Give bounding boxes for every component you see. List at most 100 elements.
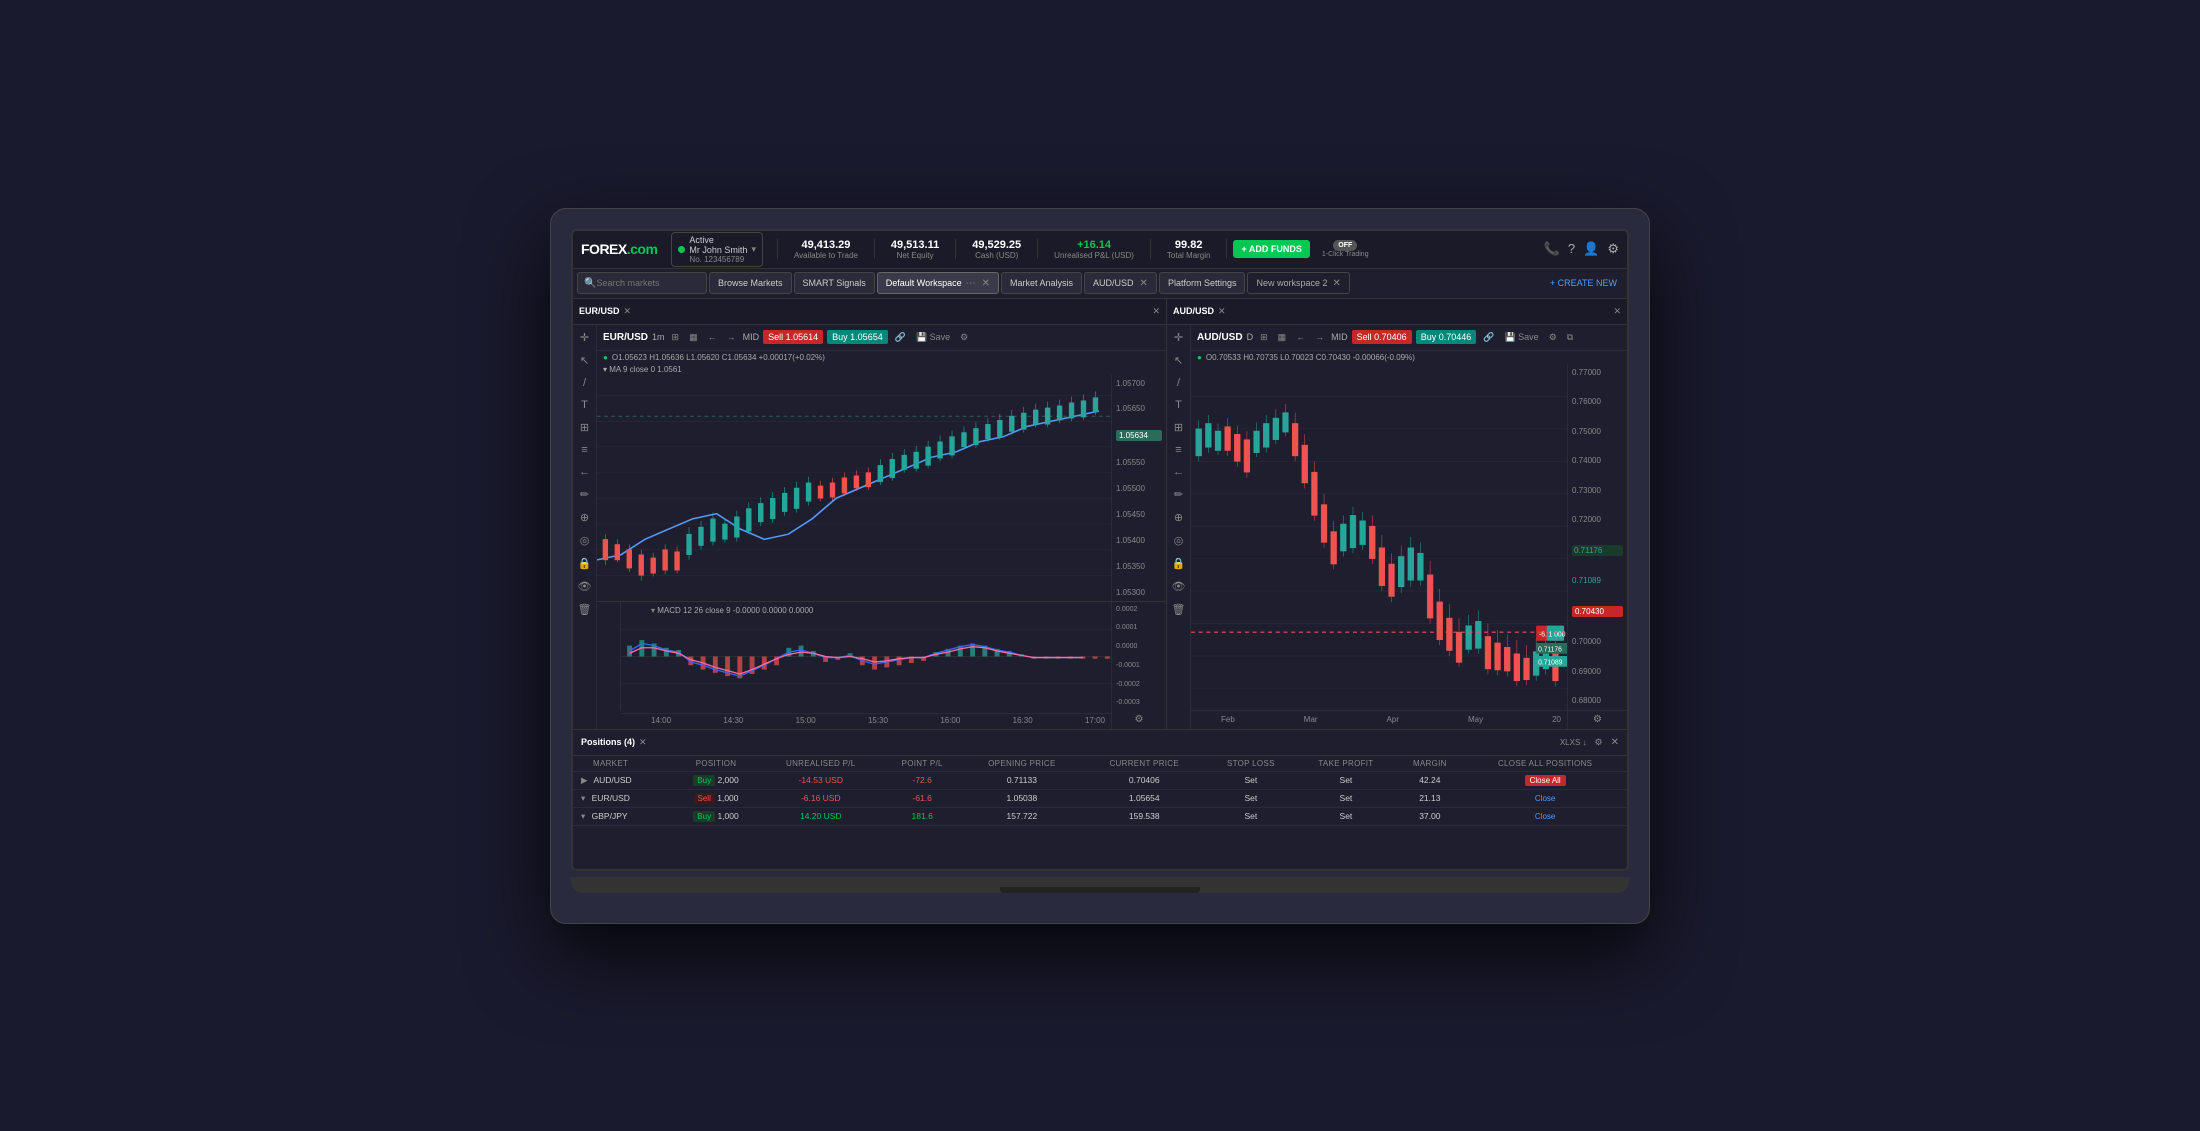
audusd-chart-settings[interactable]: ⚙	[1567, 711, 1627, 729]
eurusd-link-icon[interactable]: 🔗	[892, 331, 909, 344]
audusd-crosshair-tool[interactable]: ✛	[1172, 329, 1185, 346]
crosshair-tool[interactable]: ✛	[578, 329, 591, 346]
audusd-buy-button[interactable]: Buy 0.70446	[1416, 330, 1477, 344]
phone-icon[interactable]: 📞	[1544, 241, 1560, 257]
text-tool[interactable]: T	[579, 397, 590, 413]
eurusd-timeframe[interactable]: 1m	[652, 332, 665, 342]
audusd-time-axis: Feb Mar Apr May 20	[1215, 713, 1567, 726]
audusd-chart-svg: -6.83 1 000 0.71176 0.71089	[1191, 364, 1567, 710]
eurusd-chart-settings-icon[interactable]: ⚙	[1111, 711, 1166, 729]
table-header-row: MARKET POSITION UNREALISED P/L POINT P/L…	[573, 756, 1627, 772]
person-icon[interactable]: 👤	[1583, 241, 1599, 257]
audusd-eye-tool[interactable]: 👁	[1170, 578, 1188, 595]
audusd-sell-button[interactable]: Sell 0.70406	[1352, 330, 1412, 344]
audusd-next-icon[interactable]: →	[1312, 331, 1327, 343]
cursor-tool[interactable]: ↖	[578, 352, 591, 369]
audusd-panel-tab-close[interactable]: ✕	[1218, 306, 1226, 317]
settings-icon[interactable]: ⚙	[1607, 241, 1619, 257]
eurusd-panel-close-icon[interactable]: ✕	[1152, 306, 1160, 317]
audusd-panel-tab[interactable]: AUD/USD	[1173, 306, 1214, 316]
account-section[interactable]: Active Mr John Smith No. 123456789 ▾	[671, 232, 763, 267]
xlxs-export-button[interactable]: XLXS ↓	[1560, 738, 1587, 747]
tab-smart-signals[interactable]: SMART Signals	[794, 272, 875, 294]
audusd-expand-icon[interactable]: ⊞	[1257, 331, 1271, 344]
eurusd-save-label[interactable]: 💾 Save	[913, 331, 953, 344]
new-workspace-close-icon[interactable]: ✕	[1333, 278, 1341, 289]
eurusd-expand-icon[interactable]: ⊞	[669, 331, 683, 344]
expand-icon-gbpjpy[interactable]: ▾	[581, 811, 585, 821]
eurusd-buy-button[interactable]: Buy 1.05654	[827, 330, 888, 344]
audusd-pencil-tool[interactable]: ✏	[1172, 486, 1185, 503]
add-funds-button[interactable]: + ADD FUNDS	[1233, 240, 1309, 258]
audusd-delete-tool[interactable]: 🗑	[1170, 601, 1188, 618]
tab-audusd[interactable]: AUD/USD ✕	[1084, 272, 1157, 294]
audusd-layers-icon[interactable]: ⧉	[1564, 331, 1576, 344]
audusd-settings-icon[interactable]: ⚙	[1546, 331, 1560, 344]
zoom-tool[interactable]: ⊕	[578, 509, 591, 526]
audusd-back-tool[interactable]: ←	[1171, 464, 1186, 480]
audusd-text-tool[interactable]: T	[1173, 397, 1184, 413]
eurusd-settings-icon[interactable]: ⚙	[957, 331, 971, 344]
tab-platform-settings[interactable]: Platform Settings	[1159, 272, 1246, 294]
indicator-tool[interactable]: ≡	[579, 442, 589, 458]
audusd-measure-tool[interactable]: ⊞	[1172, 419, 1185, 436]
positions-tab-close[interactable]: ✕	[639, 737, 647, 748]
eurusd-ma-info: ▾ MA 9 close 0 1.0561	[597, 364, 1166, 375]
audusd-link-icon[interactable]: 🔗	[1480, 331, 1497, 344]
search-input[interactable]	[596, 278, 700, 288]
eye-tool[interactable]: 👁	[576, 578, 594, 595]
search-box[interactable]: 🔍	[577, 272, 707, 294]
back-tool[interactable]: ←	[577, 464, 592, 480]
positions-settings-icon[interactable]: ⚙	[1595, 737, 1603, 748]
close-gbpjpy[interactable]: Close	[1463, 807, 1627, 825]
eurusd-panel-tab[interactable]: EUR/USD	[579, 306, 620, 316]
delete-tool[interactable]: 🗑	[576, 601, 594, 618]
tab-market-analysis[interactable]: Market Analysis	[1001, 272, 1082, 294]
audusd-panel-close-icon[interactable]: ✕	[1613, 306, 1621, 317]
eurusd-macd-tools	[597, 602, 621, 711]
measure-tool[interactable]: ⊞	[578, 419, 591, 436]
audusd-line-tool[interactable]: /	[1175, 375, 1182, 391]
tab-browse-markets[interactable]: Browse Markets	[709, 272, 792, 294]
position-gbpjpy: Buy 1,000	[673, 807, 758, 825]
close-all-button-audusd[interactable]: Close All	[1525, 775, 1566, 786]
audusd-zoom-tool[interactable]: ⊕	[1172, 509, 1185, 526]
pencil-tool[interactable]: ✏	[578, 486, 591, 503]
line-tool[interactable]: /	[581, 375, 588, 391]
eurusd-next-icon[interactable]: →	[724, 331, 739, 343]
close-button-gbpjpy[interactable]: Close	[1535, 812, 1555, 821]
audusd-candle-icon[interactable]: ▦	[1275, 331, 1290, 344]
positions-panel-close[interactable]: ✕	[1611, 737, 1619, 748]
audusd-instrument: AUD/USD	[1197, 332, 1243, 343]
audusd-timeframe[interactable]: D	[1247, 332, 1254, 342]
close-button-eurusd[interactable]: Close	[1535, 794, 1555, 803]
audusd-tab-close-icon[interactable]: ✕	[1140, 278, 1148, 289]
tab-new-workspace[interactable]: New workspace 2 ✕	[1247, 272, 1349, 294]
audusd-cursor-tool[interactable]: ↖	[1172, 352, 1185, 369]
close-all-audusd[interactable]: Close All	[1463, 771, 1627, 789]
eurusd-sell-button[interactable]: Sell 1.05614	[763, 330, 823, 344]
audusd-save-label[interactable]: 💾 Save	[1501, 331, 1541, 344]
eurusd-chart-svg	[597, 375, 1111, 601]
audusd-lock-tool[interactable]: 🔒	[1170, 555, 1188, 572]
col-position: POSITION	[673, 756, 758, 772]
help-icon[interactable]: ?	[1568, 241, 1575, 257]
close-eurusd[interactable]: Close	[1463, 789, 1627, 807]
create-new-button[interactable]: + CREATE NEW	[1544, 274, 1623, 292]
trading-toggle-section[interactable]: OFF 1-Click Trading	[1322, 240, 1369, 258]
eurusd-panel-tab-close[interactable]: ✕	[624, 306, 632, 317]
tab-default-workspace[interactable]: Default Workspace ⋯ ✕	[877, 272, 999, 294]
audusd-indicator-tool[interactable]: ≡	[1173, 442, 1183, 458]
col-opening: OPENING PRICE	[962, 756, 1083, 772]
expand-icon-eurusd[interactable]: ▾	[581, 793, 585, 803]
eurusd-candle-icon[interactable]: ▦	[686, 331, 701, 344]
audusd-prev-icon[interactable]: ←	[1293, 331, 1308, 343]
eurusd-prev-icon[interactable]: ←	[705, 331, 720, 343]
workspace-close-icon[interactable]: ✕	[982, 278, 990, 289]
audusd-magnet-tool[interactable]: ◎	[1172, 532, 1186, 549]
magnet-tool[interactable]: ◎	[578, 532, 592, 549]
expand-icon-audusd[interactable]: ▶	[581, 775, 588, 785]
lock-tool[interactable]: 🔒	[576, 555, 594, 572]
audusd-price-scale: 0.77000 0.76000 0.75000 0.74000 0.73000 …	[1567, 364, 1627, 710]
workspace-options-icon[interactable]: ⋯	[966, 278, 976, 289]
